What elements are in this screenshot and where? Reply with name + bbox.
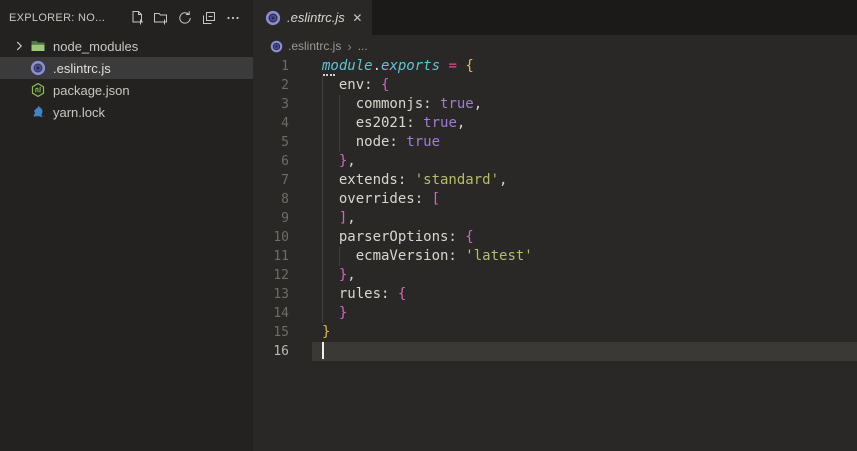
file-tree-item-package-json[interactable]: package.json <box>0 79 253 101</box>
explorer-actions <box>127 8 243 28</box>
code-line-text[interactable]: commonjs: true, <box>312 95 857 114</box>
more-actions-button[interactable] <box>223 8 243 28</box>
explorer-sidebar: EXPLORER: NO... node_modules .eslintrc.js… <box>0 0 253 451</box>
tab-bar: .eslintrc.js ✕ <box>253 0 857 35</box>
code-lines: 1 module.exports = {2 env: {3 commonjs: t… <box>253 57 857 361</box>
code-line: 15} <box>253 323 857 342</box>
editor-group: .eslintrc.js ✕ .eslintrc.js › ... 1 modul… <box>253 0 857 451</box>
refresh-button[interactable] <box>175 8 195 28</box>
code-line-text[interactable]: }, <box>312 266 857 285</box>
indent-guide <box>339 95 340 152</box>
code-line-text[interactable]: env: { <box>312 76 857 95</box>
code-line: 4 es2021: true, <box>253 114 857 133</box>
breadcrumb: .eslintrc.js › ... <box>253 35 857 57</box>
line-number: 11 <box>273 249 289 264</box>
code-line-text[interactable]: }, <box>312 152 857 171</box>
code-line-text[interactable]: ecmaVersion: 'latest' <box>312 247 857 266</box>
breadcrumb-file-label: .eslintrc.js <box>288 39 342 53</box>
code-line: 14 } <box>253 304 857 323</box>
line-number: 10 <box>273 230 289 245</box>
code-line: 11 ecmaVersion: 'latest' <box>253 247 857 266</box>
indent-guide <box>339 247 340 266</box>
breadcrumb-file[interactable]: .eslintrc.js <box>270 39 341 53</box>
code-line: 12 }, <box>253 266 857 285</box>
file-tree: node_modules .eslintrc.js package.json yarn… <box>0 35 253 123</box>
npm-icon <box>30 82 46 98</box>
vscode-window: EXPLORER: NO... node_modules .eslintrc.js… <box>0 0 857 451</box>
close-icon[interactable]: ✕ <box>351 11 364 25</box>
line-number: 7 <box>281 173 289 188</box>
code-line: 10 parserOptions: { <box>253 228 857 247</box>
line-number: 12 <box>273 268 289 283</box>
line-number: 4 <box>281 116 289 131</box>
line-number: 1 <box>281 59 289 74</box>
folder-icon <box>30 38 46 54</box>
code-line: 5 node: true <box>253 133 857 152</box>
file-tree-item--eslintrc-js[interactable]: .eslintrc.js <box>0 57 253 79</box>
collapse-all-button[interactable] <box>199 8 219 28</box>
code-line-text[interactable]: ], <box>312 209 857 228</box>
file-name: yarn.lock <box>53 104 106 120</box>
line-number: 13 <box>273 287 289 302</box>
code-line-text[interactable]: } <box>312 323 857 342</box>
line-number: 9 <box>281 211 289 226</box>
new-folder-button[interactable] <box>151 8 171 28</box>
code-line-text[interactable]: parserOptions: { <box>312 228 857 247</box>
line-number: 3 <box>281 97 289 112</box>
code-line-text[interactable] <box>312 342 857 361</box>
chevron-right-icon[interactable] <box>11 38 27 54</box>
eslint-icon <box>265 10 281 26</box>
file-name: package.json <box>53 82 130 98</box>
breadcrumb-symbol[interactable]: ... <box>358 39 368 53</box>
code-line-text[interactable]: node: true <box>312 133 857 152</box>
code-line: 3 commonjs: true, <box>253 95 857 114</box>
code-line: 13 rules: { <box>253 285 857 304</box>
explorer-title: EXPLORER: NO... <box>9 11 106 24</box>
code-line-text[interactable]: module.exports = { <box>312 57 857 76</box>
new-file-button[interactable] <box>127 8 147 28</box>
indent-guide <box>322 76 323 323</box>
tab-label: .eslintrc.js <box>287 10 345 25</box>
code-line: 6 }, <box>253 152 857 171</box>
line-number: 16 <box>273 344 289 359</box>
code-line-text[interactable]: extends: 'standard', <box>312 171 857 190</box>
eslint-icon <box>270 40 283 53</box>
line-number: 5 <box>281 135 289 150</box>
code-line: 8 overrides: [ <box>253 190 857 209</box>
text-cursor <box>322 342 324 359</box>
code-line-text[interactable]: overrides: [ <box>312 190 857 209</box>
code-line: 2 env: { <box>253 76 857 95</box>
code-line-text[interactable]: rules: { <box>312 285 857 304</box>
line-number: 14 <box>273 306 289 321</box>
code-line: 9 ], <box>253 209 857 228</box>
file-tree-item-node-modules[interactable]: node_modules <box>0 35 253 57</box>
explorer-header: EXPLORER: NO... <box>0 0 253 35</box>
tab-eslintrc[interactable]: .eslintrc.js ✕ <box>253 0 372 35</box>
line-number: 8 <box>281 192 289 207</box>
file-name: .eslintrc.js <box>53 60 111 76</box>
file-tree-item-yarn-lock[interactable]: yarn.lock <box>0 101 253 123</box>
file-name: node_modules <box>53 38 139 54</box>
line-number: 15 <box>273 325 289 340</box>
line-number: 6 <box>281 154 289 169</box>
code-line-text[interactable]: } <box>312 304 857 323</box>
code-editor[interactable]: 1 module.exports = {2 env: {3 commonjs: t… <box>253 57 857 451</box>
code-line: 1 module.exports = { <box>253 57 857 76</box>
code-line-text[interactable]: es2021: true, <box>312 114 857 133</box>
code-line: 16 <box>253 342 857 361</box>
yarn-icon <box>30 104 46 120</box>
eslint-icon <box>30 60 46 76</box>
chevron-right-icon: › <box>347 38 352 54</box>
code-line: 7 extends: 'standard', <box>253 171 857 190</box>
line-number: 2 <box>281 78 289 93</box>
